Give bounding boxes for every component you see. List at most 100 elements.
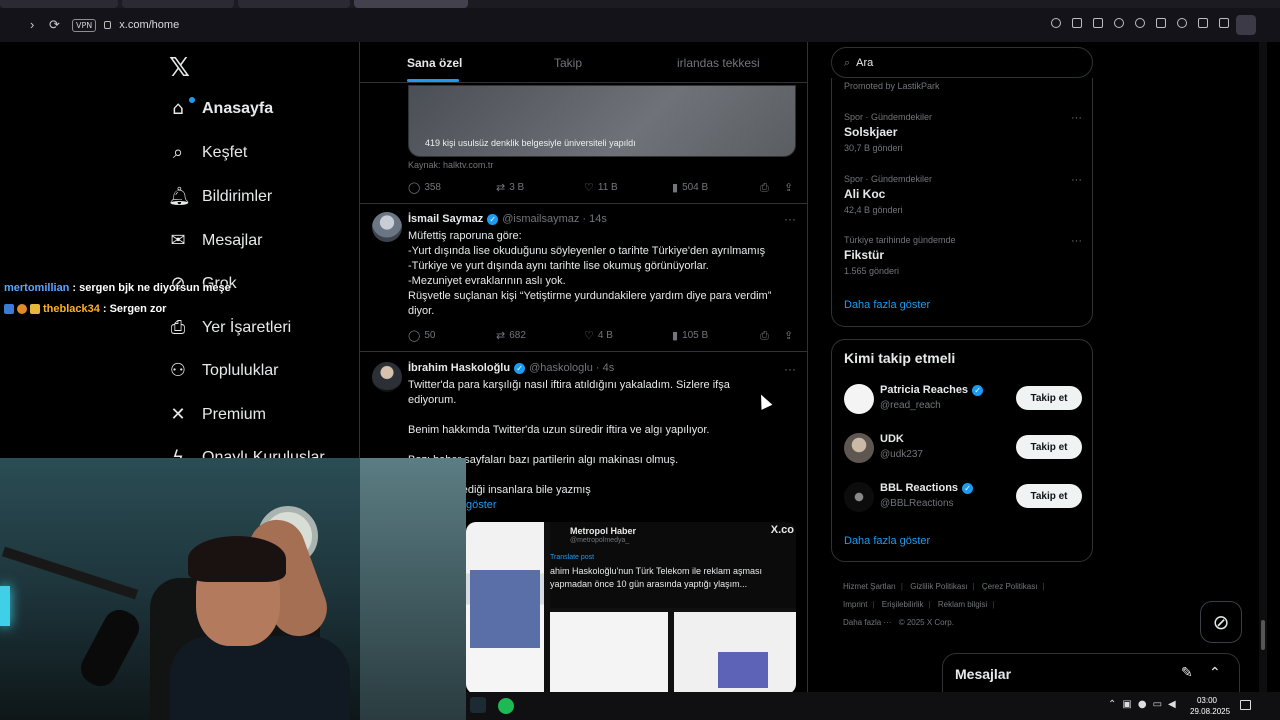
share-button[interactable]: ⇪: [784, 329, 793, 342]
promoted-label[interactable]: Promoted by LastikPark: [844, 81, 940, 91]
link-card-source[interactable]: Kaynak: halktv.com.tr: [408, 160, 493, 170]
share-button[interactable]: ⇪: [784, 181, 793, 194]
taskbar-app-icon[interactable]: [470, 697, 486, 713]
translate-link[interactable]: Translate post: [550, 554, 594, 561]
author-handle[interactable]: @ismailsaymaz · 14s: [502, 213, 607, 225]
footer-link[interactable]: Imprint: [843, 600, 867, 609]
forward-icon[interactable]: ›: [30, 17, 34, 32]
download-icon[interactable]: [1198, 18, 1208, 28]
url-text[interactable]: x.com/home: [119, 19, 179, 31]
reply-button[interactable]: ◯ 358: [408, 181, 441, 194]
footer-link[interactable]: Reklam bilgisi: [938, 600, 987, 609]
system-clock[interactable]: 03:00 29.08.2025: [1190, 695, 1230, 717]
more-icon[interactable]: ···: [784, 212, 796, 226]
show-more-trends-link[interactable]: Daha fazla göster: [844, 299, 930, 311]
zoom-icon[interactable]: [1051, 18, 1061, 28]
tab-following[interactable]: Takip: [554, 56, 582, 70]
heart-icon[interactable]: [1177, 18, 1187, 28]
bookmark-button[interactable]: ⎙: [760, 329, 769, 343]
search-input[interactable]: ⌕ Ara: [831, 47, 1093, 78]
reply-button[interactable]: ◯ 50: [408, 329, 435, 342]
browser-tab[interactable]: [122, 0, 234, 8]
footer-link[interactable]: Çerez Politikası: [982, 582, 1038, 591]
trend-item[interactable]: Türkiye tarihinde gündemde Fikstür 1.565…: [844, 235, 1082, 276]
reload-icon[interactable]: ⟳: [49, 17, 60, 33]
scrollbar-thumb[interactable]: [1261, 620, 1265, 650]
spotify-icon[interactable]: [498, 698, 514, 714]
address-bar[interactable]: VPN x.com/home: [72, 14, 179, 36]
scrollbar-track[interactable]: [1259, 42, 1267, 692]
camera-icon[interactable]: [1093, 18, 1103, 28]
grok-floating-button[interactable]: ⊘: [1200, 601, 1242, 643]
views-button[interactable]: ▮ 105 B: [672, 329, 708, 342]
mic-icon[interactable]: ●: [1138, 699, 1147, 710]
trend-item[interactable]: Spor · Gündemdekiler Solskjaer 30,7 B gö…: [844, 112, 1082, 153]
vpn-badge[interactable]: VPN: [72, 18, 97, 32]
follow-button[interactable]: Takip et: [1016, 386, 1082, 410]
media-image[interactable]: [674, 612, 796, 692]
follow-suggestion[interactable]: Patricia Reaches ✓ @read_reach Takip et: [844, 384, 1082, 416]
follow-suggestion[interactable]: BBL Reactions ✓ @BBLReactions Takip et: [844, 482, 1082, 514]
x-logo-icon[interactable]: 𝕏: [169, 53, 190, 83]
nav-item-communities[interactable]: ⚇ Topluluklar: [168, 360, 279, 381]
show-more-follow-link[interactable]: Daha fazla göster: [844, 535, 930, 547]
bookmark-button[interactable]: ⎙: [760, 181, 769, 195]
footer-more-link[interactable]: Daha fazla ···: [843, 618, 891, 627]
nav-item-bookmarks[interactable]: ⎙ Yer İşaretleri: [168, 317, 291, 338]
nav-item-premium[interactable]: ✕ Premium: [168, 404, 266, 425]
like-button[interactable]: ♡ 4 B: [584, 329, 613, 342]
footer-link[interactable]: Hizmet Şartları: [843, 582, 896, 591]
avatar[interactable]: [372, 362, 402, 392]
show-more-link[interactable]: göster: [466, 499, 497, 511]
follow-suggestion[interactable]: UDK @udk237 Takip et: [844, 433, 1082, 465]
browser-tab-active[interactable]: [354, 0, 468, 8]
network-icon[interactable]: ▭: [1153, 699, 1162, 710]
play-icon[interactable]: [1156, 18, 1166, 28]
repost-button[interactable]: ⇄ 682: [496, 329, 526, 342]
browser-tab[interactable]: [0, 0, 118, 8]
like-button[interactable]: ♡ 11 B: [584, 181, 618, 194]
box-icon[interactable]: [1135, 18, 1145, 28]
usb-icon[interactable]: ▣: [1122, 699, 1131, 710]
nav-item-notifications[interactable]: 🔔︎ Bildirimler: [168, 186, 272, 207]
shield-icon[interactable]: [1114, 18, 1124, 28]
more-icon[interactable]: ···: [1071, 112, 1082, 124]
footer-link[interactable]: Gizlilik Politikası: [910, 582, 967, 591]
more-icon[interactable]: ···: [784, 362, 796, 376]
browser-tab[interactable]: [238, 0, 350, 8]
author-handle[interactable]: @haskologlu · 4s: [529, 362, 614, 374]
avatar[interactable]: [844, 384, 874, 414]
avatar[interactable]: [844, 433, 874, 463]
search-placeholder[interactable]: Ara: [856, 57, 873, 69]
trend-item[interactable]: Spor · Gündemdekiler Ali Koc 42,4 B gönd…: [844, 174, 1082, 215]
post-media[interactable]: Metropol Haber @metropolmedya_ X.co Tran…: [466, 522, 796, 692]
chevron-up-icon[interactable]: ⌃: [1108, 699, 1116, 710]
more-icon[interactable]: ···: [1071, 235, 1082, 247]
messages-drawer[interactable]: Mesajlar ✎ ⌃: [942, 653, 1240, 693]
tab-community[interactable]: irlandas tekkesi: [677, 56, 760, 70]
media-quote[interactable]: Metropol Haber @metropolmedya_ X.co Tran…: [550, 522, 796, 608]
follow-button[interactable]: Takip et: [1016, 435, 1082, 459]
menu-icon[interactable]: [1219, 18, 1229, 28]
more-icon[interactable]: ···: [1071, 174, 1082, 186]
footer-link[interactable]: Erişilebilirlik: [882, 600, 924, 609]
media-image[interactable]: [550, 612, 668, 692]
volume-icon[interactable]: ◀: [1168, 699, 1176, 710]
link-card-image[interactable]: 419 kişi usulsüz denklik belgesiyle üniv…: [408, 85, 796, 157]
notification-icon[interactable]: [1240, 700, 1251, 710]
author-name[interactable]: İsmail Saymaz: [408, 213, 483, 225]
edit-icon[interactable]: [1072, 18, 1082, 28]
media-image[interactable]: [466, 522, 544, 692]
views-button[interactable]: ▮ 504 B: [672, 181, 708, 194]
author-name[interactable]: İbrahim Haskoloğlu: [408, 362, 510, 374]
repost-button[interactable]: ⇄ 3 B: [496, 181, 524, 194]
nav-item-messages[interactable]: ✉ Mesajlar: [168, 230, 262, 251]
new-message-icon[interactable]: ✎: [1181, 665, 1193, 681]
follow-button[interactable]: Takip et: [1016, 484, 1082, 508]
expand-icon[interactable]: ⌃: [1209, 665, 1221, 681]
avatar[interactable]: [372, 212, 402, 242]
avatar[interactable]: [844, 482, 874, 512]
nav-item-explore[interactable]: ⌕ Keşfet: [168, 142, 247, 163]
nav-item-home[interactable]: ⌂ Anasayfa: [168, 97, 273, 119]
tab-for-you[interactable]: Sana özel: [407, 56, 462, 70]
